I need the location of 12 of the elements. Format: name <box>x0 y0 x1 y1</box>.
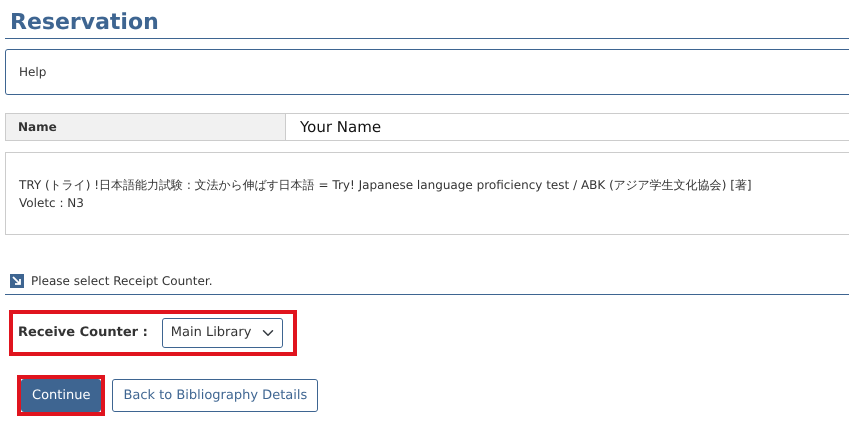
bibliography-line: Voletc : N3 <box>19 194 85 212</box>
name-value: Your Name <box>299 116 382 138</box>
page-title: Reservation <box>10 9 160 37</box>
name-label: Name <box>6 114 286 140</box>
arrow-icon <box>10 274 24 288</box>
help-link[interactable]: Help <box>19 63 46 81</box>
bibliography-line: TRY (トライ) !日本語能力試験 : 文法から伸ばす日本語 = Try! Japanese language proficiency test / ABK (アジア学生文化協会) [著] <box>19 176 753 194</box>
counter-label: Receive Counter : <box>18 324 148 342</box>
continue-button[interactable]: Continue <box>21 378 102 412</box>
instruction-text: Please select Receipt Counter. <box>31 273 213 290</box>
back-button[interactable]: Back to Bibliography Details <box>112 378 318 412</box>
counter-select[interactable]: Main Library <box>162 318 283 348</box>
